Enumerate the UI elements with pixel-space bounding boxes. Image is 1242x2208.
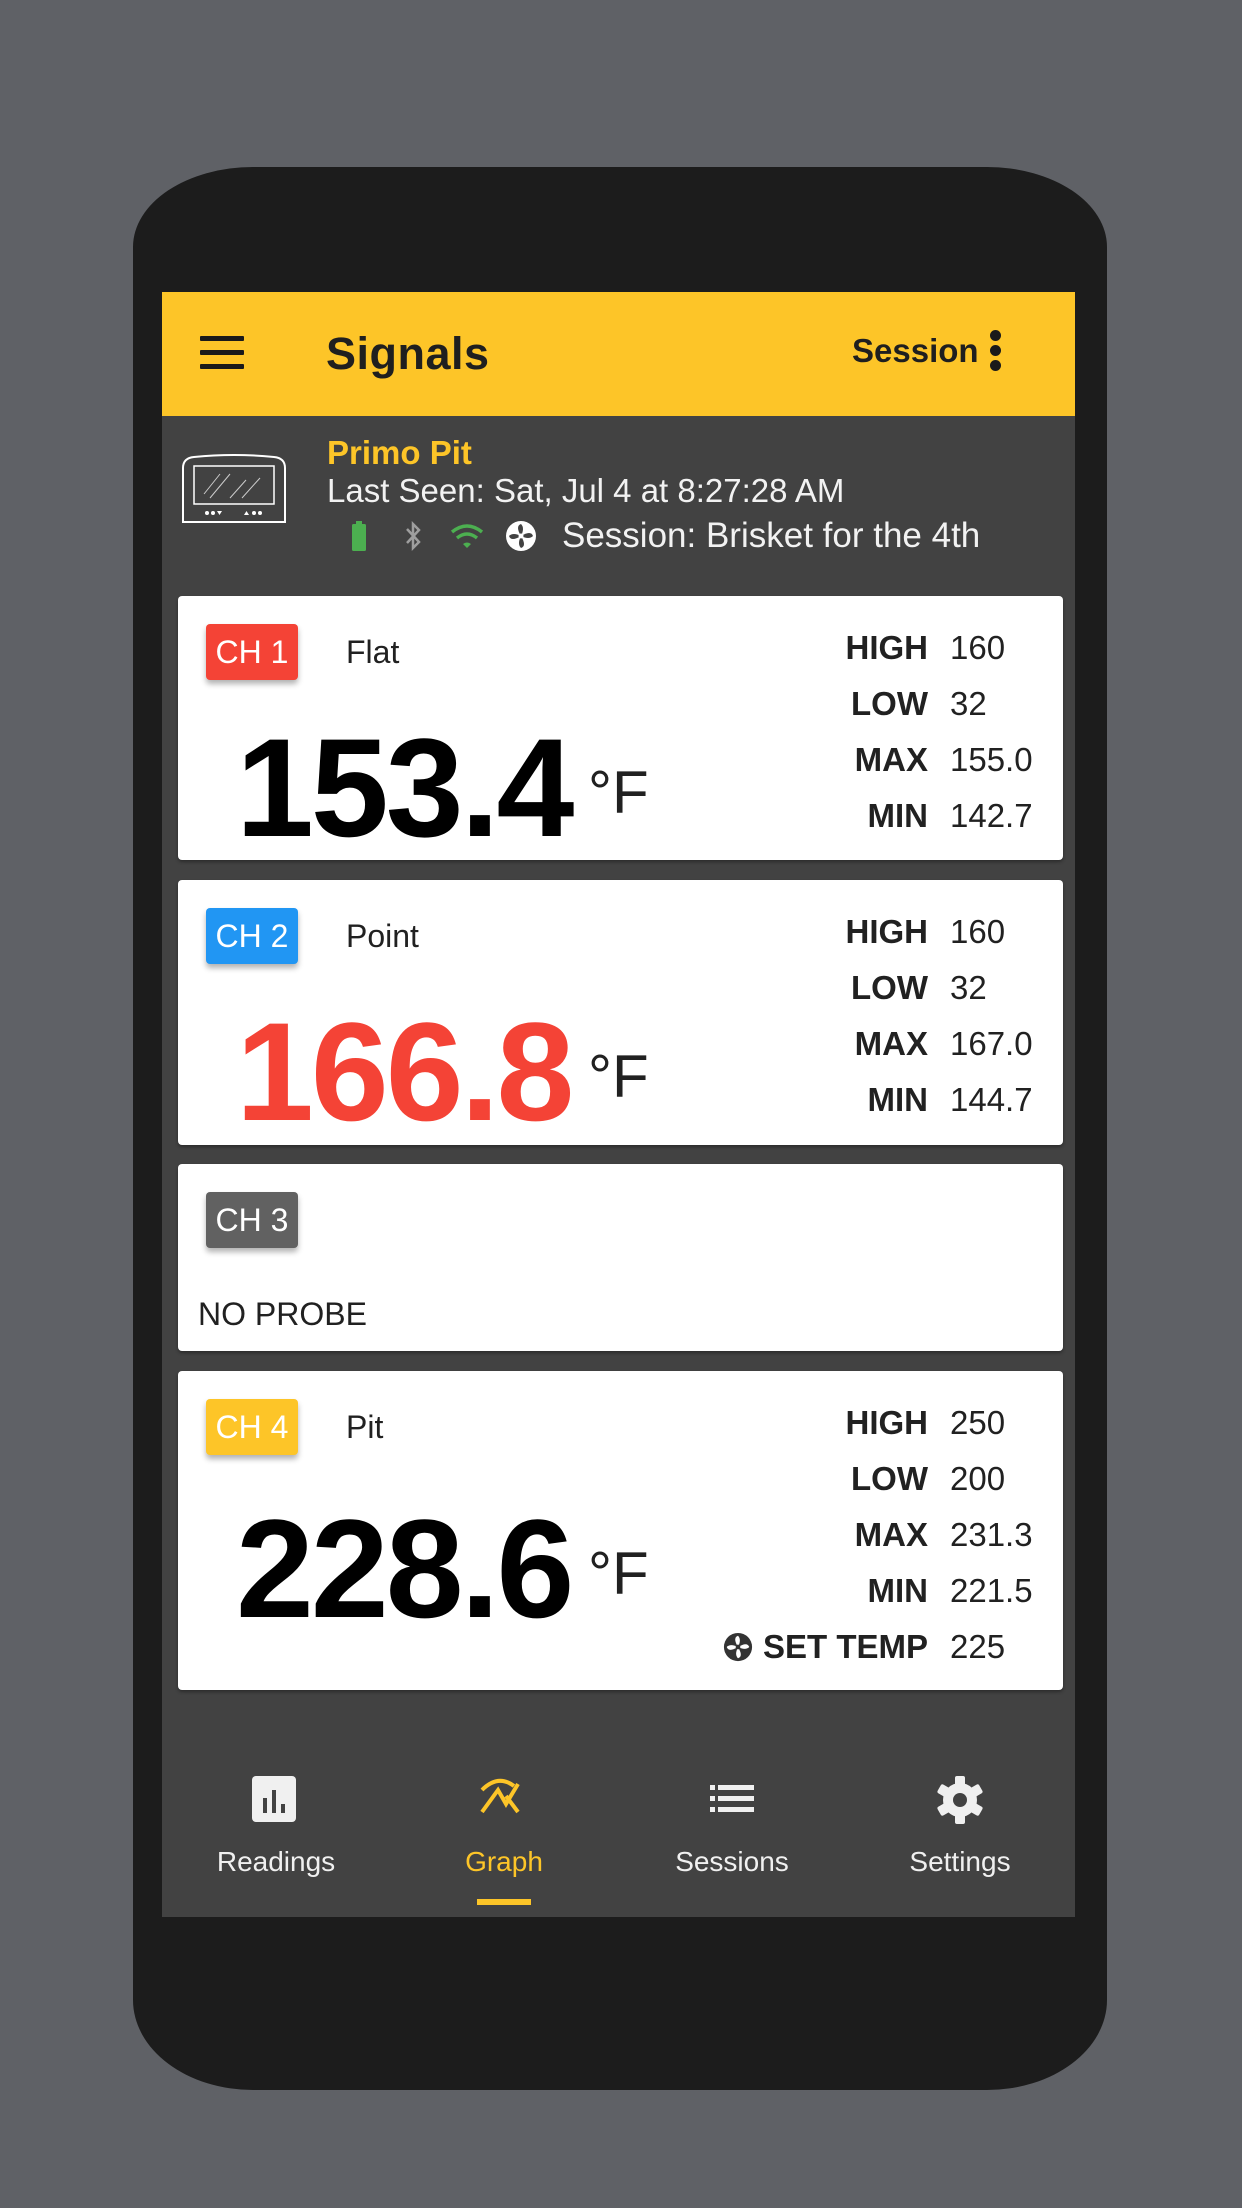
page-title: Signals <box>326 328 490 379</box>
stat-label: MIN <box>867 1081 929 1118</box>
no-probe-status: NO PROBE <box>198 1296 367 1332</box>
temperature-unit: °F <box>588 759 649 826</box>
active-tab-indicator <box>477 1899 531 1905</box>
stat-high: HIGH 250 <box>723 1395 1033 1451</box>
stat-max: MAX 231.3 <box>723 1507 1033 1563</box>
stat-value: 144.7 <box>950 1081 1033 1118</box>
bar-chart-icon <box>252 1776 296 1822</box>
device-status-row: Session: Brisket for the 4th <box>342 516 980 556</box>
stat-low: LOW 32 <box>846 676 1034 732</box>
nav-graph[interactable]: Graph <box>390 1732 618 1917</box>
temperature-stats: HIGH 160 LOW 32 MAX 167.0 MIN 144.7 <box>846 904 1034 1128</box>
bluetooth-icon <box>396 519 430 553</box>
more-options-icon[interactable] <box>988 330 1002 372</box>
channel-card-3[interactable]: CH 3 NO PROBE <box>178 1164 1063 1351</box>
device-name: Primo Pit <box>327 434 472 471</box>
fan-icon <box>504 519 538 553</box>
list-icon <box>710 1785 754 1812</box>
nav-label: Graph <box>465 1846 543 1877</box>
session-button[interactable]: Session <box>852 332 979 370</box>
stat-value: 225 <box>950 1628 1006 1665</box>
probe-name: Flat <box>346 634 400 670</box>
temperature-unit: °F <box>588 1540 649 1607</box>
nav-label: Sessions <box>675 1846 789 1877</box>
stat-label: LOW <box>851 969 928 1006</box>
stat-value: 160 <box>950 629 1006 666</box>
stat-value: 200 <box>950 1460 1006 1497</box>
stat-value: 32 <box>950 969 987 1006</box>
channel-card-4[interactable]: CH 4 Pit 228.6 °F HIGH 250 LOW 200 MAX 231.… <box>178 1371 1063 1690</box>
stat-label: MAX <box>854 1516 928 1553</box>
temperature-unit: °F <box>588 1043 649 1110</box>
stat-label: SET TEMP <box>762 1628 928 1665</box>
stat-label: MIN <box>867 1572 929 1609</box>
stat-value: 155.0 <box>950 741 1033 778</box>
stat-set-temp: SET TEMP 225 <box>723 1619 1033 1675</box>
nav-readings[interactable]: Readings <box>162 1732 390 1917</box>
temperature-stats: HIGH 250 LOW 200 MAX 231.3 MIN 221.5 SET TEM… <box>723 1395 1033 1675</box>
nav-settings[interactable]: Settings <box>846 1732 1074 1917</box>
channel-badge[interactable]: CH 4 <box>206 1399 298 1455</box>
graph-icon <box>480 1778 520 1814</box>
stat-max: MAX 167.0 <box>846 1016 1034 1072</box>
probe-name: Pit <box>346 1409 384 1445</box>
app-screen: Signals Session Primo Pit Last Seen: Sat… <box>162 292 1075 1917</box>
stat-value: 160 <box>950 913 1006 950</box>
session-name: Session: Brisket for the 4th <box>562 516 981 555</box>
bottom-navigation: Readings Graph Sessions Settings <box>162 1732 1075 1917</box>
stat-low: LOW 32 <box>846 960 1034 1016</box>
channel-badge[interactable]: CH 3 <box>206 1192 298 1248</box>
temperature-stats: HIGH 160 LOW 32 MAX 155.0 MIN 142.7 <box>846 620 1034 844</box>
stat-min: MIN 144.7 <box>846 1072 1034 1128</box>
stat-label: LOW <box>851 685 928 722</box>
last-seen-text: Last Seen: Sat, Jul 4 at 8:27:28 AM <box>327 472 845 509</box>
probe-name: Point <box>346 918 419 954</box>
stat-high: HIGH 160 <box>846 620 1034 676</box>
battery-full-icon <box>342 519 376 553</box>
stat-max: MAX 155.0 <box>846 732 1034 788</box>
channel-card-1[interactable]: CH 1 Flat 153.4 °F HIGH 160 LOW 32 MAX 155.… <box>178 596 1063 860</box>
channel-card-2[interactable]: CH 2 Point 166.8 °F HIGH 160 LOW 32 MAX 167… <box>178 880 1063 1145</box>
stat-label: MIN <box>867 797 929 834</box>
stat-value: 221.5 <box>950 1572 1033 1609</box>
channel-badge[interactable]: CH 2 <box>206 908 298 964</box>
stat-label: LOW <box>851 1460 928 1497</box>
stat-label: MAX <box>854 741 928 778</box>
thermometer-device-icon <box>182 454 286 523</box>
gear-icon <box>937 1776 983 1824</box>
stat-high: HIGH 160 <box>846 904 1034 960</box>
hamburger-menu-icon[interactable] <box>200 336 244 370</box>
stat-label: MAX <box>854 1025 928 1062</box>
stat-value: 32 <box>950 685 987 722</box>
current-temperature: 228.6 <box>236 1490 574 1647</box>
channel-badge[interactable]: CH 1 <box>206 624 298 680</box>
nav-label: Settings <box>909 1846 1011 1877</box>
device-header: Primo Pit Last Seen: Sat, Jul 4 at 8:27:… <box>162 416 1075 586</box>
fan-icon <box>723 1632 753 1662</box>
stat-value: 142.7 <box>950 797 1033 834</box>
current-temperature: 166.8 <box>236 993 574 1150</box>
stat-value: 231.3 <box>950 1516 1033 1553</box>
app-bar: Signals Session <box>162 292 1075 416</box>
stat-min: MIN 142.7 <box>846 788 1034 844</box>
stat-value: 167.0 <box>950 1025 1033 1062</box>
stat-label: HIGH <box>845 913 929 950</box>
wifi-icon <box>450 519 484 553</box>
stat-low: LOW 200 <box>723 1451 1033 1507</box>
stat-value: 250 <box>950 1404 1006 1441</box>
stat-label: HIGH <box>845 1404 929 1441</box>
nav-sessions[interactable]: Sessions <box>618 1732 846 1917</box>
stat-min: MIN 221.5 <box>723 1563 1033 1619</box>
current-temperature: 153.4 <box>236 709 574 866</box>
stat-label: HIGH <box>845 629 929 666</box>
nav-label: Readings <box>216 1846 336 1877</box>
